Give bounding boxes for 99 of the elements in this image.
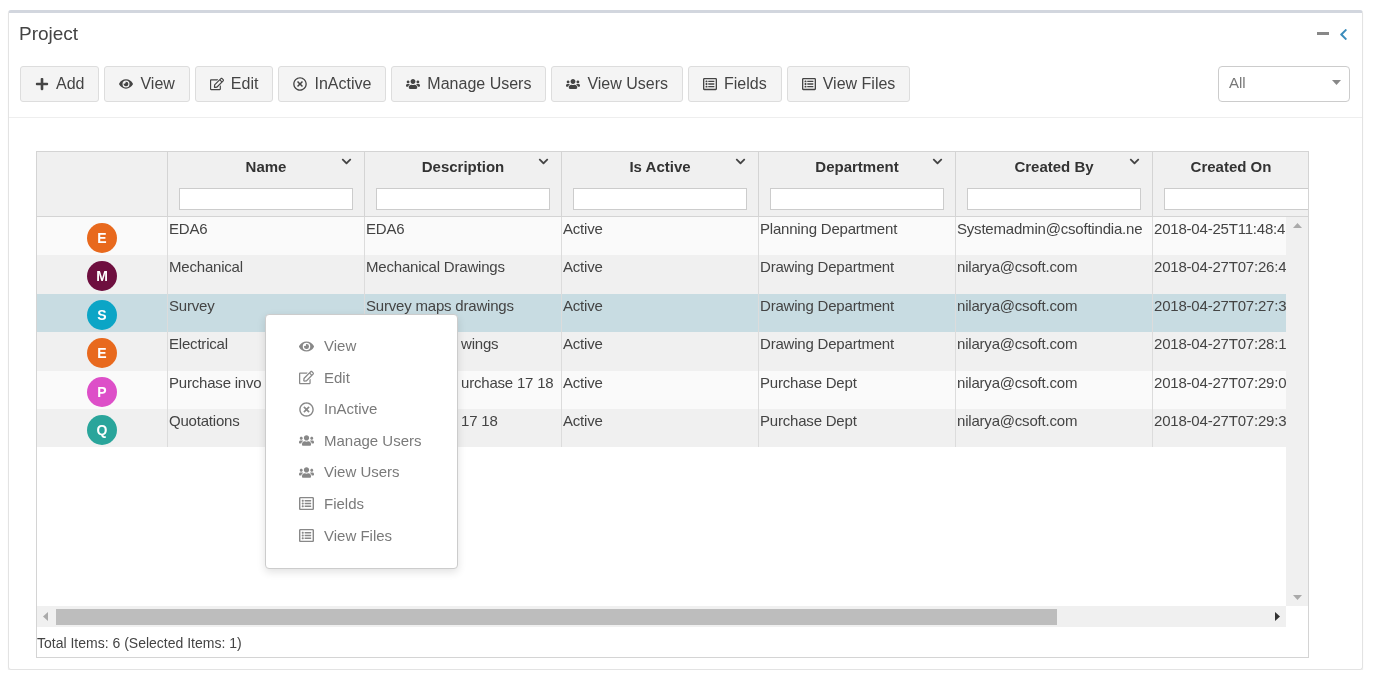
avatar: Q — [87, 414, 117, 445]
horizontal-scrollbar[interactable] — [37, 606, 1286, 627]
chevron-icon[interactable] — [735, 156, 746, 167]
table-cell: Active — [563, 258, 603, 276]
down-arrow-icon[interactable] — [1292, 595, 1302, 600]
toolbar-button[interactable]: InActive — [278, 66, 387, 102]
table-cell: Planning Department — [760, 220, 898, 237]
table-cell: nilarya@csoft.com — [957, 296, 1078, 314]
menu-item[interactable]: View — [299, 336, 457, 356]
panel-title: Project — [19, 23, 80, 45]
table-cell: 2018-04-25T11:48:4 — [1154, 220, 1286, 237]
table-cell: Purchase Dept — [760, 411, 857, 429]
filter-select[interactable]: All — [1218, 66, 1350, 102]
filter-field[interactable] — [376, 188, 550, 210]
avatar: E — [87, 223, 117, 253]
users-icon — [566, 77, 581, 91]
toolbar-button[interactable]: Fields — [688, 66, 782, 102]
table-cell: nilarya@csoft.com — [957, 335, 1078, 353]
table-cell: EDA6 — [366, 220, 405, 237]
filter-field[interactable] — [1164, 188, 1308, 210]
column-header[interactable]: Created On — [1190, 158, 1272, 176]
table-cell: Active — [563, 373, 603, 391]
toolbar-button[interactable]: Edit — [194, 66, 274, 102]
toolbar-button[interactable]: View — [104, 66, 190, 102]
toolbar-button[interactable]: Manage Users — [391, 66, 547, 102]
table-cell: Survey — [169, 296, 215, 314]
chevron-icon[interactable] — [1129, 156, 1140, 167]
list-icon — [703, 77, 718, 91]
collapse-icon[interactable] — [1337, 27, 1350, 41]
table-cell: Active — [563, 411, 603, 429]
toolbar-button[interactable]: View Files — [786, 66, 911, 102]
table-cell: Active — [563, 335, 603, 353]
table-cell: nilarya@csoft.com — [957, 258, 1078, 276]
footer-summary: Total Items: 6 (Selected Items: 1) — [37, 635, 242, 651]
avatar: M — [87, 261, 117, 292]
up-arrow-icon[interactable] — [1292, 223, 1302, 228]
avatar: P — [87, 376, 117, 407]
chevron-icon[interactable] — [341, 156, 352, 167]
chevron-icon[interactable] — [538, 156, 549, 167]
table-cell: 2018-04-27T07:29:0 — [1154, 373, 1286, 391]
avatar: E — [87, 338, 117, 369]
eye-icon — [119, 77, 134, 91]
table-cell: 2018-04-27T07:27:3 — [1154, 296, 1286, 314]
caret-icon — [1332, 79, 1341, 85]
table-cell: Purchase Dept — [760, 373, 857, 391]
column-header[interactable]: Description — [421, 158, 505, 176]
table-row[interactable]: M Mechanical Mechanical Drawings Active Drawing Department nilarya@csoft.com 2018-04-27T07:26:4 — [37, 255, 1286, 294]
scrollbar-thumb[interactable] — [56, 608, 1057, 625]
table-cell: urchase 17 18 — [461, 373, 554, 391]
table-cell: 2018-04-27T07:29:3 — [1154, 411, 1286, 429]
users-icon — [299, 464, 314, 480]
edit-icon — [299, 370, 314, 386]
list-icon — [299, 496, 314, 512]
table-cell: Purchase invo — [169, 373, 262, 391]
left-arrow-icon[interactable] — [43, 612, 48, 621]
table-row[interactable]: E EDA6 EDA6 Active Planning Department Systemadmin@csoftindia.ne 2018-04-25T11:48:4 — [37, 217, 1286, 256]
column-header[interactable]: Is Active — [629, 158, 691, 176]
table-cell: Active — [563, 220, 603, 237]
table-cell: Electrical — [169, 335, 228, 353]
menu-item[interactable]: Fields — [299, 493, 457, 514]
table-cell: 2018-04-27T07:26:4 — [1154, 258, 1286, 276]
table-cell: 17 18 — [461, 411, 498, 429]
list-icon — [299, 528, 314, 544]
toolbar-button[interactable]: Add — [20, 66, 100, 102]
column-header[interactable]: Name — [245, 158, 287, 176]
plus-icon — [35, 77, 49, 91]
column-header[interactable]: Department — [815, 158, 899, 176]
users-icon — [299, 433, 314, 449]
table-cell: nilarya@csoft.com — [957, 373, 1078, 391]
avatar: S — [87, 299, 117, 330]
table-cell: nilarya@csoft.com — [957, 411, 1078, 429]
table-cell: wings — [461, 335, 499, 353]
edit-icon — [209, 77, 224, 91]
chevron-icon[interactable] — [932, 156, 943, 167]
filter-field[interactable] — [967, 188, 1141, 210]
minimize-icon[interactable] — [1317, 32, 1329, 36]
table-cell: Quotations — [169, 411, 240, 429]
toolbar-button[interactable]: View Users — [551, 66, 684, 102]
list-icon — [801, 77, 816, 91]
table-cell: 2018-04-27T07:28:1 — [1154, 335, 1286, 353]
menu-item[interactable]: View Files — [299, 525, 457, 546]
filter-field[interactable] — [573, 188, 747, 210]
table-cell: EDA6 — [169, 220, 208, 237]
table-cell: Systemadmin@csoftindia.ne — [957, 220, 1143, 237]
table-cell: Drawing Department — [760, 335, 894, 353]
menu-item[interactable]: Manage Users — [299, 430, 457, 451]
filter-field[interactable] — [179, 188, 353, 210]
users-icon — [406, 77, 421, 91]
menu-item[interactable]: View Users — [299, 462, 457, 483]
filter-field[interactable] — [770, 188, 944, 210]
table-cell: Active — [563, 296, 603, 314]
vertical-scrollbar[interactable] — [1286, 217, 1308, 606]
column-header[interactable]: Created By — [1014, 158, 1094, 176]
right-arrow-icon[interactable] — [1275, 612, 1280, 621]
table-cell: Survey maps drawings — [366, 296, 514, 314]
table-cell: Mechanical Drawings — [366, 258, 505, 276]
table-cell: Drawing Department — [760, 296, 894, 314]
table-cell: Mechanical — [169, 258, 243, 276]
table-cell: Drawing Department — [760, 258, 894, 276]
